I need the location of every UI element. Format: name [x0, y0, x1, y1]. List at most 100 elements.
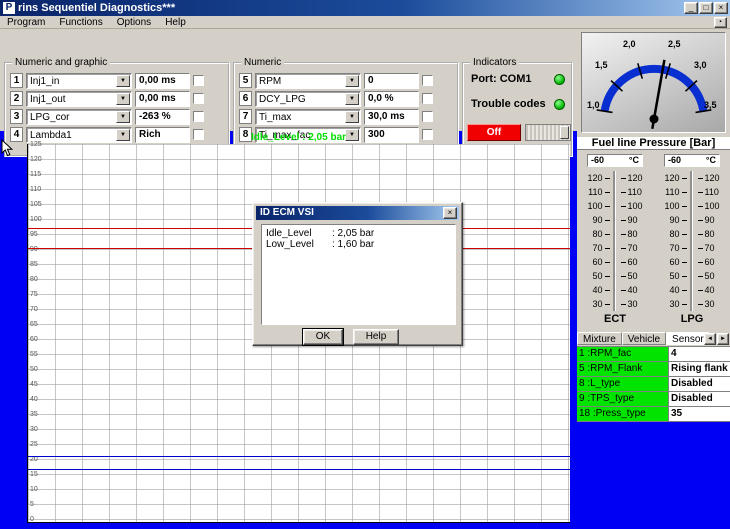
scale-number: 70 [705, 243, 722, 253]
scale-gap [689, 206, 696, 207]
scale-gap [689, 248, 696, 249]
channel-row: 6DCY_LPG▼0,0 % [239, 90, 454, 107]
tick-mark-icon [621, 290, 626, 291]
menu-item-options[interactable]: Options [110, 16, 158, 29]
y-axis-label: 25 [30, 441, 38, 448]
scale-row: 110110 [660, 185, 724, 199]
modal-dialog: ID ECM VSI × Idle_Level : 2,05 bar Low_L… [252, 202, 463, 346]
sensor-value-cell: 4 [669, 347, 730, 362]
thermometer-lpg: -60°C12012011011010010090908080707060605… [656, 152, 728, 330]
scale-number: 110 [705, 187, 722, 197]
child-window-button[interactable]: ▪ [714, 17, 727, 28]
close-button[interactable]: × [714, 2, 728, 14]
scale-number: 80 [705, 229, 722, 239]
y-axis-label: 35 [30, 411, 38, 418]
scale-row: 120120 [660, 171, 724, 185]
scale-number: 40 [586, 285, 603, 295]
scale-number: 120 [628, 173, 645, 183]
channel-checkbox[interactable] [193, 111, 204, 122]
chevron-down-icon[interactable]: ▼ [345, 111, 359, 123]
chevron-down-icon[interactable]: ▼ [116, 111, 130, 123]
scale-number: 30 [705, 299, 722, 309]
gauge-tick-label: 3,0 [694, 60, 707, 70]
tick-mark-icon [605, 206, 610, 207]
thermometers-panel: -60°C12012011011010010090908080707060605… [577, 150, 730, 332]
menu-item-program[interactable]: Program [0, 16, 52, 29]
dialog-title-bar[interactable]: ID ECM VSI [256, 206, 459, 220]
y-axis-label: 60 [30, 336, 38, 343]
chevron-down-icon[interactable]: ▼ [116, 93, 130, 105]
channel-checkbox[interactable] [193, 75, 204, 86]
scale-number: 70 [663, 243, 680, 253]
y-axis-label: 125 [30, 141, 42, 148]
channel-select[interactable]: Ti_max▼ [255, 109, 361, 125]
help-button[interactable]: Help [353, 329, 399, 345]
scale-number: 110 [628, 187, 645, 197]
chevron-down-icon[interactable]: ▼ [116, 75, 130, 87]
y-axis-label: 105 [30, 201, 42, 208]
chart-title: Idle_Level : 2,05 bar [27, 132, 570, 143]
scale-number: 90 [663, 215, 680, 225]
channel-checkbox[interactable] [193, 93, 204, 104]
scale-number: 60 [586, 257, 603, 267]
tick-mark-icon [682, 248, 687, 249]
y-axis-label: 20 [30, 456, 38, 463]
dialog-content: Idle_Level : 2,05 bar Low_Level : 1,60 b… [261, 224, 456, 325]
sensor-settings-table: 1 :RPM_fac45 :RPM_FlankRising flank8 :L_… [577, 346, 730, 422]
tab-mixture[interactable]: Mixture [577, 332, 622, 345]
scale-row: 8080 [660, 227, 724, 241]
sensor-value-cell: Rising flank [669, 362, 730, 377]
thermometer-label: LPG [656, 313, 728, 325]
channel-checkbox[interactable] [422, 111, 433, 122]
tick-mark-icon [682, 220, 687, 221]
tab-scroll-right-icon[interactable]: ► [717, 333, 729, 345]
channel-value: 0,00 ms [135, 73, 190, 89]
scale-number: 90 [705, 215, 722, 225]
tick-mark-icon [605, 262, 610, 263]
tick-mark-icon [621, 206, 626, 207]
channel-select[interactable]: Inj1_out▼ [26, 91, 132, 107]
scale-row: 4040 [583, 283, 647, 297]
minimize-button[interactable]: _ [684, 2, 698, 14]
tick-mark-icon [698, 248, 703, 249]
scale-row: 9090 [583, 213, 647, 227]
channel-value: 0,0 % [364, 91, 419, 107]
scale-number: 90 [628, 215, 645, 225]
mouse-cursor-icon [1, 139, 13, 157]
channel-number-box: 2 [10, 91, 23, 106]
parameter-name: Low_Level [266, 239, 332, 250]
y-axis-label: 40 [30, 396, 38, 403]
channel-checkbox[interactable] [422, 75, 433, 86]
channel-checkbox[interactable] [422, 93, 433, 104]
dialog-close-icon[interactable]: × [443, 207, 457, 219]
channel-number-box: 6 [239, 91, 252, 106]
channel-select[interactable]: DCY_LPG▼ [255, 91, 361, 107]
tab-scroll-left-icon[interactable]: ◄ [704, 333, 716, 345]
parameter-value: : 2,05 bar [332, 228, 374, 239]
thermometer-ect: -60°C12012011011010010090908080707060605… [579, 152, 651, 330]
scale-number: 100 [705, 201, 722, 211]
ok-button[interactable]: OK [303, 329, 343, 345]
channel-select[interactable]: RPM▼ [255, 73, 361, 89]
scale-row: 110110 [583, 185, 647, 199]
tick-mark-icon [621, 220, 626, 221]
temperature-value: -60 [591, 155, 604, 166]
scale-number: 60 [663, 257, 680, 267]
channel-select[interactable]: LPG_cor▼ [26, 109, 132, 125]
menu-item-functions[interactable]: Functions [52, 16, 109, 29]
tab-vehicle[interactable]: Vehicle [622, 332, 666, 345]
channel-select-value: Inj1_in [30, 75, 59, 88]
channel-select[interactable]: Inj1_in ▼ [26, 73, 132, 89]
scale-number: 30 [586, 299, 603, 309]
tick-mark-icon [682, 262, 687, 263]
table-row: 18 :Press_type35 [577, 407, 730, 422]
menu-item-help[interactable]: Help [158, 16, 193, 29]
maximize-button[interactable]: □ [699, 2, 713, 14]
scale-row: 100100 [583, 199, 647, 213]
scale-gap [689, 220, 696, 221]
scale-row: 3030 [660, 297, 724, 311]
title-bar: P rins Sequentiel Diagnostics*** _ □ × [0, 0, 730, 16]
chevron-down-icon[interactable]: ▼ [345, 75, 359, 87]
y-axis-label: 85 [30, 261, 38, 268]
chevron-down-icon[interactable]: ▼ [345, 93, 359, 105]
